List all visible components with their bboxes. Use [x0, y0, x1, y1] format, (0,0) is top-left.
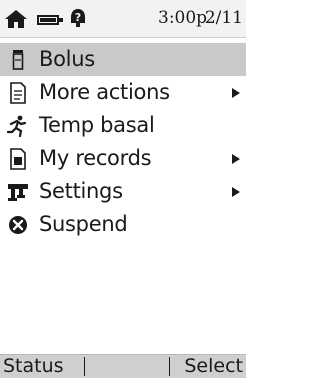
menu-item-label: Bolus — [39, 47, 95, 71]
softkey-divider — [84, 357, 85, 376]
home-icon[interactable] — [4, 9, 28, 33]
menu-item-label: More actions — [39, 80, 170, 104]
menu-item-temp-basal[interactable]: Temp basal — [0, 109, 246, 142]
battery-icon — [36, 12, 64, 31]
insulin-vial-icon — [6, 48, 30, 72]
menu-item-settings[interactable]: Settings — [0, 175, 246, 208]
softkey-bar: Status Select — [0, 354, 246, 378]
runner-icon — [6, 114, 30, 138]
menu-item-label: My records — [39, 146, 152, 170]
select-softkey[interactable]: Select — [184, 354, 243, 378]
main-menu: Bolus More actions Temp basal My records… — [0, 43, 246, 241]
chevron-right-icon — [232, 87, 240, 98]
menu-item-my-records[interactable]: My records — [0, 142, 246, 175]
document-icon — [6, 81, 30, 105]
menu-item-suspend[interactable]: Suspend — [0, 208, 246, 241]
suspend-icon — [6, 213, 30, 237]
records-icon — [6, 147, 30, 171]
menu-item-bolus[interactable]: Bolus — [0, 43, 246, 76]
menu-item-more-actions[interactable]: More actions — [0, 76, 246, 109]
chevron-right-icon — [232, 153, 240, 164]
status-softkey[interactable]: Status — [3, 354, 64, 378]
menu-item-label: Temp basal — [39, 113, 155, 137]
menu-item-label: Suspend — [39, 212, 128, 236]
chevron-right-icon — [232, 186, 240, 197]
clock-time: 3:00p — [158, 8, 208, 28]
clock-date: 2/11 — [204, 8, 243, 28]
status-bar: ? 3:00p 2/11 — [0, 0, 246, 38]
alert-icon: ? — [69, 8, 87, 32]
menu-item-label: Settings — [39, 179, 123, 203]
settings-icon — [6, 180, 30, 204]
svg-text:?: ? — [75, 11, 81, 24]
softkey-divider — [169, 357, 170, 376]
